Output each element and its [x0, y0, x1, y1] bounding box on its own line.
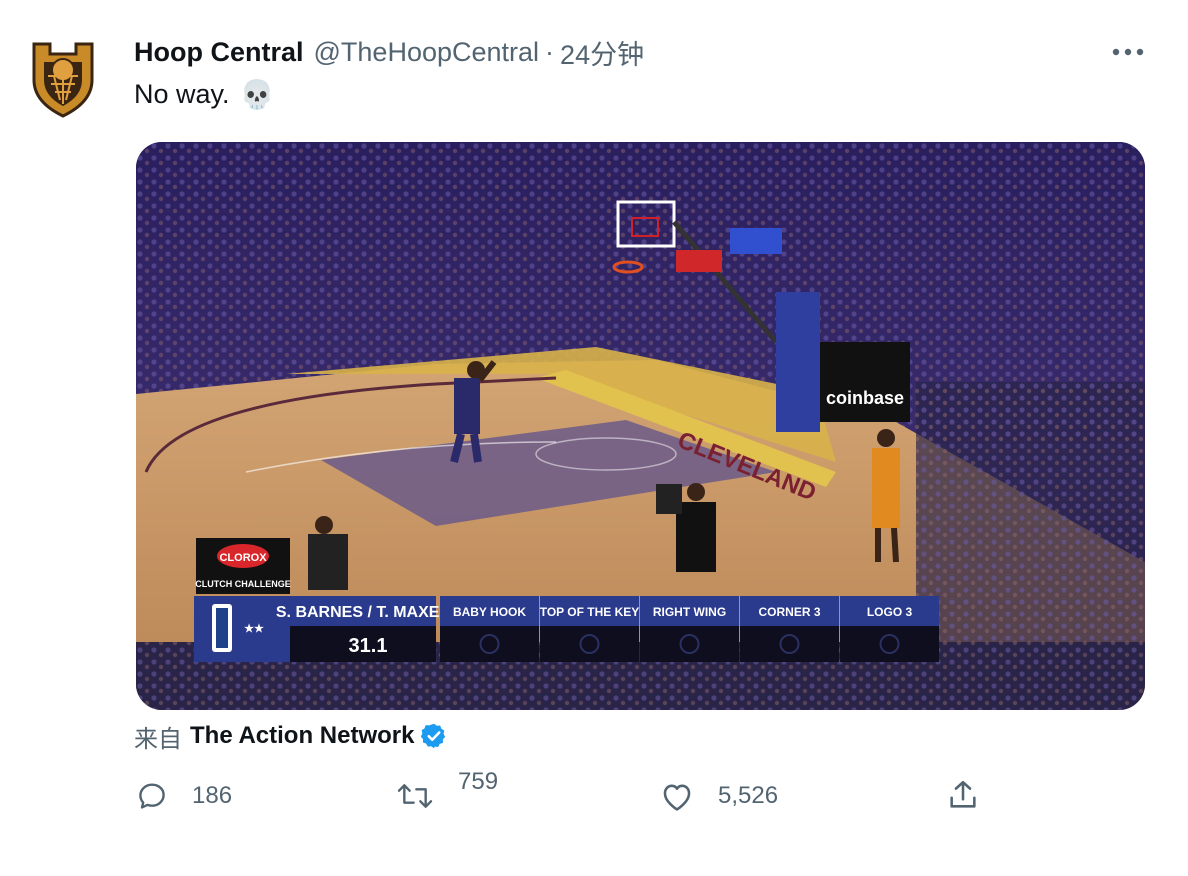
tweet-text: No way. 💀 [134, 78, 274, 111]
reply-icon [139, 783, 165, 809]
reply-button[interactable]: 186 [136, 780, 232, 812]
coinbase-signage: coinbase [826, 388, 904, 408]
like-count: 5,526 [718, 782, 779, 809]
tweet-timestamp[interactable]: 24分钟 [560, 33, 644, 72]
video-frame: CLEVELAND coinbase CLOROX CLUTCH CHALLEN… [136, 142, 1145, 710]
source-prefix: 来自 [134, 725, 182, 753]
hoop-central-logo [32, 42, 94, 118]
scorebug-spot-label: BABY HOOK [453, 605, 526, 619]
retweet-icon [397, 784, 433, 808]
header-separator: · [545, 36, 555, 67]
timer-label: 31.1 [349, 635, 388, 657]
source-account-name[interactable]: The Action Network [190, 722, 414, 750]
scorebug-spot-label: CORNER 3 [758, 605, 820, 619]
share-icon [950, 780, 976, 808]
more-options-button[interactable] [1108, 40, 1148, 64]
tweet-text-content: No way. [134, 79, 230, 109]
source-line: 来自 The Action Network [134, 718, 448, 754]
more-dots-icon [1112, 48, 1144, 56]
retweet-count: 759 [458, 768, 499, 795]
author-avatar[interactable] [30, 40, 96, 120]
scorebug-spot-label: RIGHT WING [653, 605, 726, 619]
reply-count: 186 [192, 782, 233, 809]
event-label: CLUTCH CHALLENGE [195, 579, 291, 589]
players-label: S. BARNES / T. MAXEY [276, 604, 451, 621]
like-icon [663, 784, 691, 811]
author-handle[interactable]: @TheHoopCentral [314, 37, 540, 68]
tweet-actions: 186 759 5,526 [0, 768, 1188, 828]
svg-text:★★: ★★ [244, 623, 264, 635]
scorebug-spot-label: LOGO 3 [867, 605, 913, 619]
scorebug-spot-status [840, 626, 939, 662]
scorebug-spot-status [540, 626, 639, 662]
tweet-header: Hoop Central @TheHoopCentral · 24分钟 [134, 32, 644, 72]
scorebug-spot-status [640, 626, 739, 662]
share-button[interactable] [946, 778, 980, 812]
like-button[interactable]: 5,526 [660, 780, 778, 812]
author-name[interactable]: Hoop Central [134, 37, 304, 68]
sponsor-label: CLOROX [219, 552, 267, 564]
retweet-button[interactable]: 759 [396, 768, 498, 812]
skull-emoji: 💀 [239, 79, 275, 110]
scorebug-spot-status [440, 626, 539, 662]
verified-badge-icon [421, 723, 446, 749]
scorebug-spot-status [740, 626, 839, 662]
scorebug-spot-label: TOP OF THE KEY [540, 605, 640, 619]
tweet-media-video[interactable]: CLEVELAND coinbase CLOROX CLUTCH CHALLEN… [136, 142, 1145, 710]
